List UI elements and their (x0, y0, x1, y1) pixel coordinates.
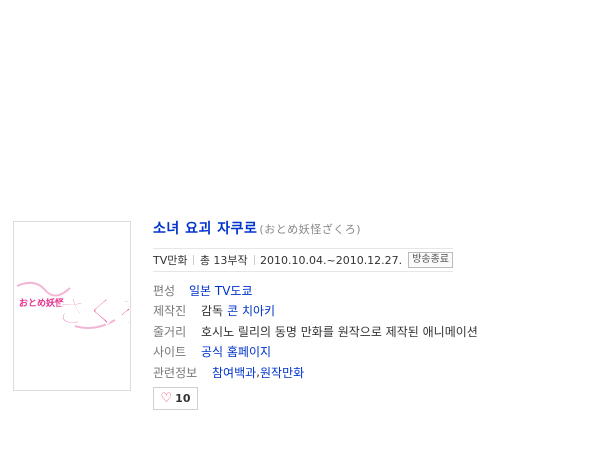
encyclopedia-link[interactable]: 참여백과 (212, 364, 256, 381)
staff-role: 감독 (201, 304, 224, 319)
anime-title-link[interactable]: 소녀 요괴 자쿠로 (153, 218, 257, 238)
original-manga-link[interactable]: 원작만화 (260, 364, 304, 381)
poster-image[interactable]: おとめ妖怪 ざくろ (13, 221, 131, 391)
detail-row-related: 관련정보 참여백과 , 원작만화 (153, 362, 611, 383)
like-button[interactable]: ♡ 10 (153, 387, 198, 410)
anime-info: 소녀 요괴 자쿠로 (おとめ妖怪ざくろ) TV만화 총 13부작 2010.10… (153, 218, 611, 383)
detail-label: 편성 (153, 283, 176, 298)
detail-row-staff: 제작진 감독 콘 치아키 (153, 301, 611, 322)
status-badge: 방송종료 (408, 252, 453, 268)
detail-label: 줄거리 (153, 324, 187, 339)
detail-row-synopsis: 줄거리 호시노 릴리의 동명 만화를 원작으로 제작된 애니메이션 (153, 321, 611, 342)
broadcast-period: 2010.10.04.~2010.12.27. (260, 253, 403, 267)
anime-logo: おとめ妖怪 ざくろ (15, 276, 129, 336)
genre-text: TV만화 (153, 254, 188, 267)
title-row: 소녀 요괴 자쿠로 (おとめ妖怪ざくろ) (153, 218, 611, 242)
detail-row-channel: 편성 일본 TV도쿄 (153, 280, 611, 301)
director-link[interactable]: 콘 치아키 (227, 302, 275, 319)
detail-label: 사이트 (153, 345, 187, 360)
detail-label: 관련정보 (153, 365, 198, 380)
detail-row-site: 사이트 공식 홈페이지 (153, 342, 611, 363)
channel-link[interactable]: 일본 TV도쿄 (189, 282, 253, 299)
episodes-text: 총 13부작 (199, 254, 248, 267)
heart-icon: ♡ (160, 391, 173, 406)
like-count: 10 (175, 392, 191, 405)
details-list: 편성 일본 TV도쿄 제작진 감독 콘 치아키 줄거리 호시노 릴리의 동명 만… (153, 280, 611, 383)
detail-label: 제작진 (153, 304, 187, 319)
synopsis-text: 호시노 릴리의 동명 만화를 원작으로 제작된 애니메이션 (201, 324, 478, 339)
official-site-link[interactable]: 공식 홈페이지 (201, 343, 271, 360)
meta-row: TV만화 총 13부작 2010.10.04.~2010.12.27. 방송종료 (153, 248, 453, 272)
original-title: (おとめ妖怪ざくろ) (259, 223, 362, 236)
logo-main-text: ざくろ (57, 295, 129, 330)
